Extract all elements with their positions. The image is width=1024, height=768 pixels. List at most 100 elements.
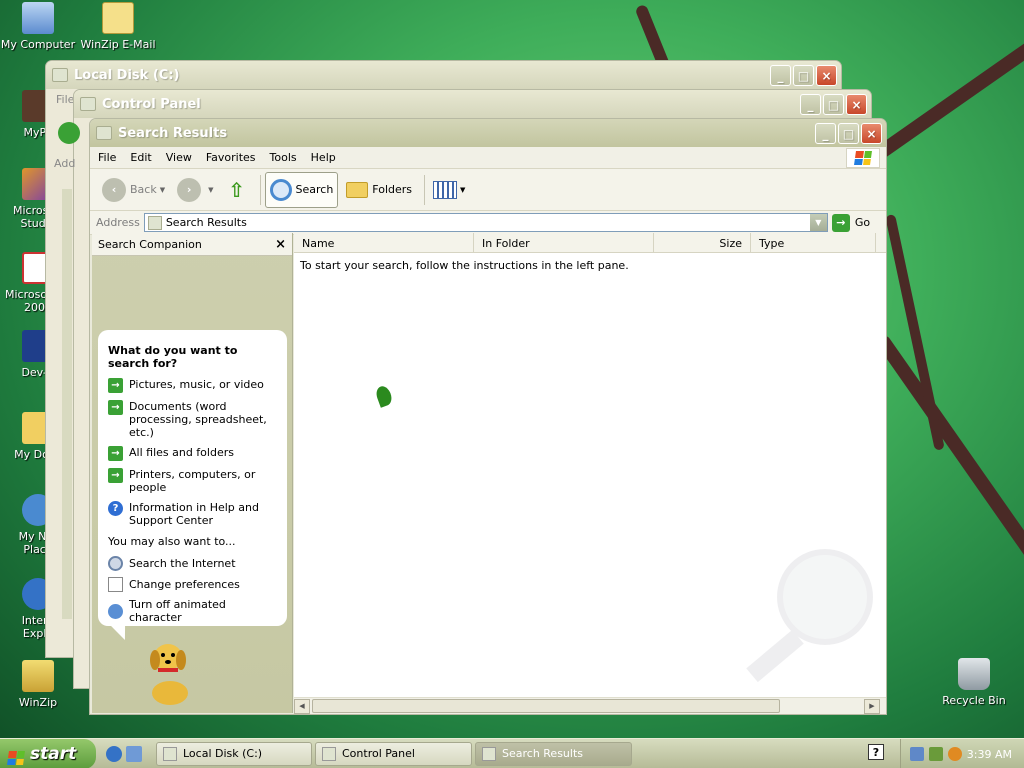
folders-icon: [346, 181, 369, 198]
windows-logo-icon: [7, 742, 25, 765]
turn-off-character-link[interactable]: Turn off animated character: [108, 598, 277, 624]
title-bar[interactable]: Search Results _ □ ×: [90, 119, 886, 147]
close-button[interactable]: ×: [846, 94, 867, 115]
maximize-button[interactable]: □: [823, 94, 844, 115]
title-bar[interactable]: Local Disk (C:) _ □ ×: [46, 61, 841, 89]
minimize-button[interactable]: _: [800, 94, 821, 115]
magnifier-watermark-icon: [746, 549, 873, 683]
dropdown-icon[interactable]: ▼: [160, 186, 165, 194]
up-folder-icon: ⇧: [228, 177, 245, 202]
help-icon[interactable]: ?: [868, 744, 884, 760]
option-label: Pictures, music, or video: [129, 378, 264, 391]
back-button-icon[interactable]: [58, 122, 80, 144]
scroll-right-icon[interactable]: ▶: [864, 698, 880, 714]
option-documents[interactable]: → Documents (word processing, spreadshee…: [108, 400, 277, 439]
dropdown-icon[interactable]: ▼: [460, 186, 465, 194]
column-size[interactable]: Size: [654, 233, 751, 252]
background-branch: [874, 332, 1024, 563]
winzip-folder-icon: [102, 2, 134, 34]
task-local-disk[interactable]: Local Disk (C:): [156, 741, 312, 766]
option-label: Documents (word processing, spreadsheet,…: [129, 400, 267, 439]
desktop-quicklaunch-icon[interactable]: [126, 745, 142, 762]
option-all-files[interactable]: → All files and folders: [108, 446, 277, 461]
search-results-icon: [96, 126, 112, 140]
dropdown-icon[interactable]: ▼: [208, 186, 213, 194]
character-icon: [108, 603, 123, 619]
change-preferences-link[interactable]: Change preferences: [108, 577, 277, 592]
volume-tray-icon[interactable]: [928, 747, 943, 761]
minimize-button[interactable]: _: [770, 65, 791, 86]
option-label: Printers, computers, or people: [129, 468, 256, 494]
search-icon: [269, 178, 292, 201]
quick-launch: [106, 745, 156, 762]
clock[interactable]: 3:39 AM: [967, 748, 1012, 761]
search-internet-link[interactable]: Search the Internet: [108, 556, 277, 571]
arrow-icon: →: [108, 378, 123, 393]
window-title: Control Panel: [102, 96, 201, 112]
start-label: start: [30, 743, 77, 764]
menu-favorites[interactable]: Favorites: [206, 151, 256, 164]
task-control-panel[interactable]: Control Panel: [315, 741, 472, 766]
search-options-bubble: What do you want to search for? → Pictur…: [98, 330, 287, 626]
go-label: Go: [854, 216, 871, 229]
menu-edit[interactable]: Edit: [130, 151, 151, 164]
back-button[interactable]: ‹ Back ▼: [98, 172, 169, 208]
desktop-icon-winzip[interactable]: WinZip: [0, 660, 76, 709]
search-button[interactable]: Search: [264, 171, 339, 208]
option-printers[interactable]: → Printers, computers, or people: [108, 468, 277, 494]
recycle-bin-icon: [958, 658, 990, 690]
desktop-icon-winzip-email[interactable]: WinZip E-Mail Companion: [80, 2, 156, 51]
results-pane[interactable]: Name In Folder Size Type To start your s…: [294, 233, 886, 714]
ie-quicklaunch-icon[interactable]: [106, 745, 122, 762]
column-type[interactable]: Type: [751, 233, 876, 252]
maximize-button[interactable]: □: [838, 123, 859, 144]
back-label: Back: [130, 183, 157, 196]
go-button[interactable]: → Go: [831, 213, 871, 232]
views-button[interactable]: ▼: [429, 172, 469, 208]
title-bar[interactable]: Control Panel _ □ ×: [74, 90, 871, 118]
close-icon[interactable]: ×: [275, 237, 286, 252]
up-folder-button[interactable]: ⇧: [222, 172, 252, 208]
address-input[interactable]: Search Results ▼: [143, 213, 828, 232]
search-companion-pane: Search Companion × What do you want to s…: [92, 233, 293, 713]
task-label: Local Disk (C:): [183, 747, 263, 760]
network-tray-icon[interactable]: [909, 747, 924, 761]
address-label: Address: [96, 216, 140, 229]
menu-tools[interactable]: Tools: [270, 151, 297, 164]
window-search-results[interactable]: Search Results _ □ × File Edit View Favo…: [89, 118, 887, 715]
maximize-button[interactable]: □: [793, 65, 814, 86]
column-in-folder[interactable]: In Folder: [474, 233, 654, 252]
desktop-icon-recycle-bin[interactable]: Recycle Bin: [936, 658, 1012, 707]
menu-file[interactable]: File: [98, 151, 116, 164]
scroll-left-icon[interactable]: ◀: [294, 698, 310, 714]
start-button[interactable]: start: [0, 738, 96, 768]
close-button[interactable]: ×: [816, 65, 837, 86]
results-message: To start your search, follow the instruc…: [300, 259, 629, 272]
horizontal-scrollbar[interactable]: ◀ ▶: [294, 697, 886, 714]
option-pictures[interactable]: → Pictures, music, or video: [108, 378, 277, 393]
windows-logo-icon: [846, 148, 880, 168]
search-dog-icon[interactable]: [142, 635, 198, 707]
globe-search-icon: [108, 556, 123, 571]
option-help-center[interactable]: ? Information in Help and Support Center: [108, 501, 277, 527]
task-search-results[interactable]: Search Results: [475, 741, 632, 766]
search-results-icon: [482, 746, 496, 761]
scroll-thumb[interactable]: [312, 699, 780, 713]
folders-label: Folders: [372, 183, 413, 196]
forward-button[interactable]: › ▼: [173, 172, 217, 208]
arrow-icon: →: [108, 446, 123, 461]
desktop-icon-my-computer[interactable]: My Computer: [0, 2, 76, 51]
desktop-icon-label: WinZip: [18, 696, 58, 709]
minimize-button[interactable]: _: [815, 123, 836, 144]
close-button[interactable]: ×: [861, 123, 882, 144]
views-icon: [433, 180, 458, 199]
go-arrow-icon: →: [831, 213, 850, 232]
menu-help[interactable]: Help: [311, 151, 336, 164]
folders-button[interactable]: Folders: [342, 172, 416, 208]
menu-view[interactable]: View: [166, 151, 192, 164]
system-tray: 3:39 AM: [900, 739, 1024, 768]
search-tray-icon[interactable]: [947, 747, 962, 761]
search-label: Search: [295, 183, 334, 196]
column-name[interactable]: Name: [294, 233, 474, 252]
address-dropdown-icon[interactable]: ▼: [809, 214, 827, 231]
